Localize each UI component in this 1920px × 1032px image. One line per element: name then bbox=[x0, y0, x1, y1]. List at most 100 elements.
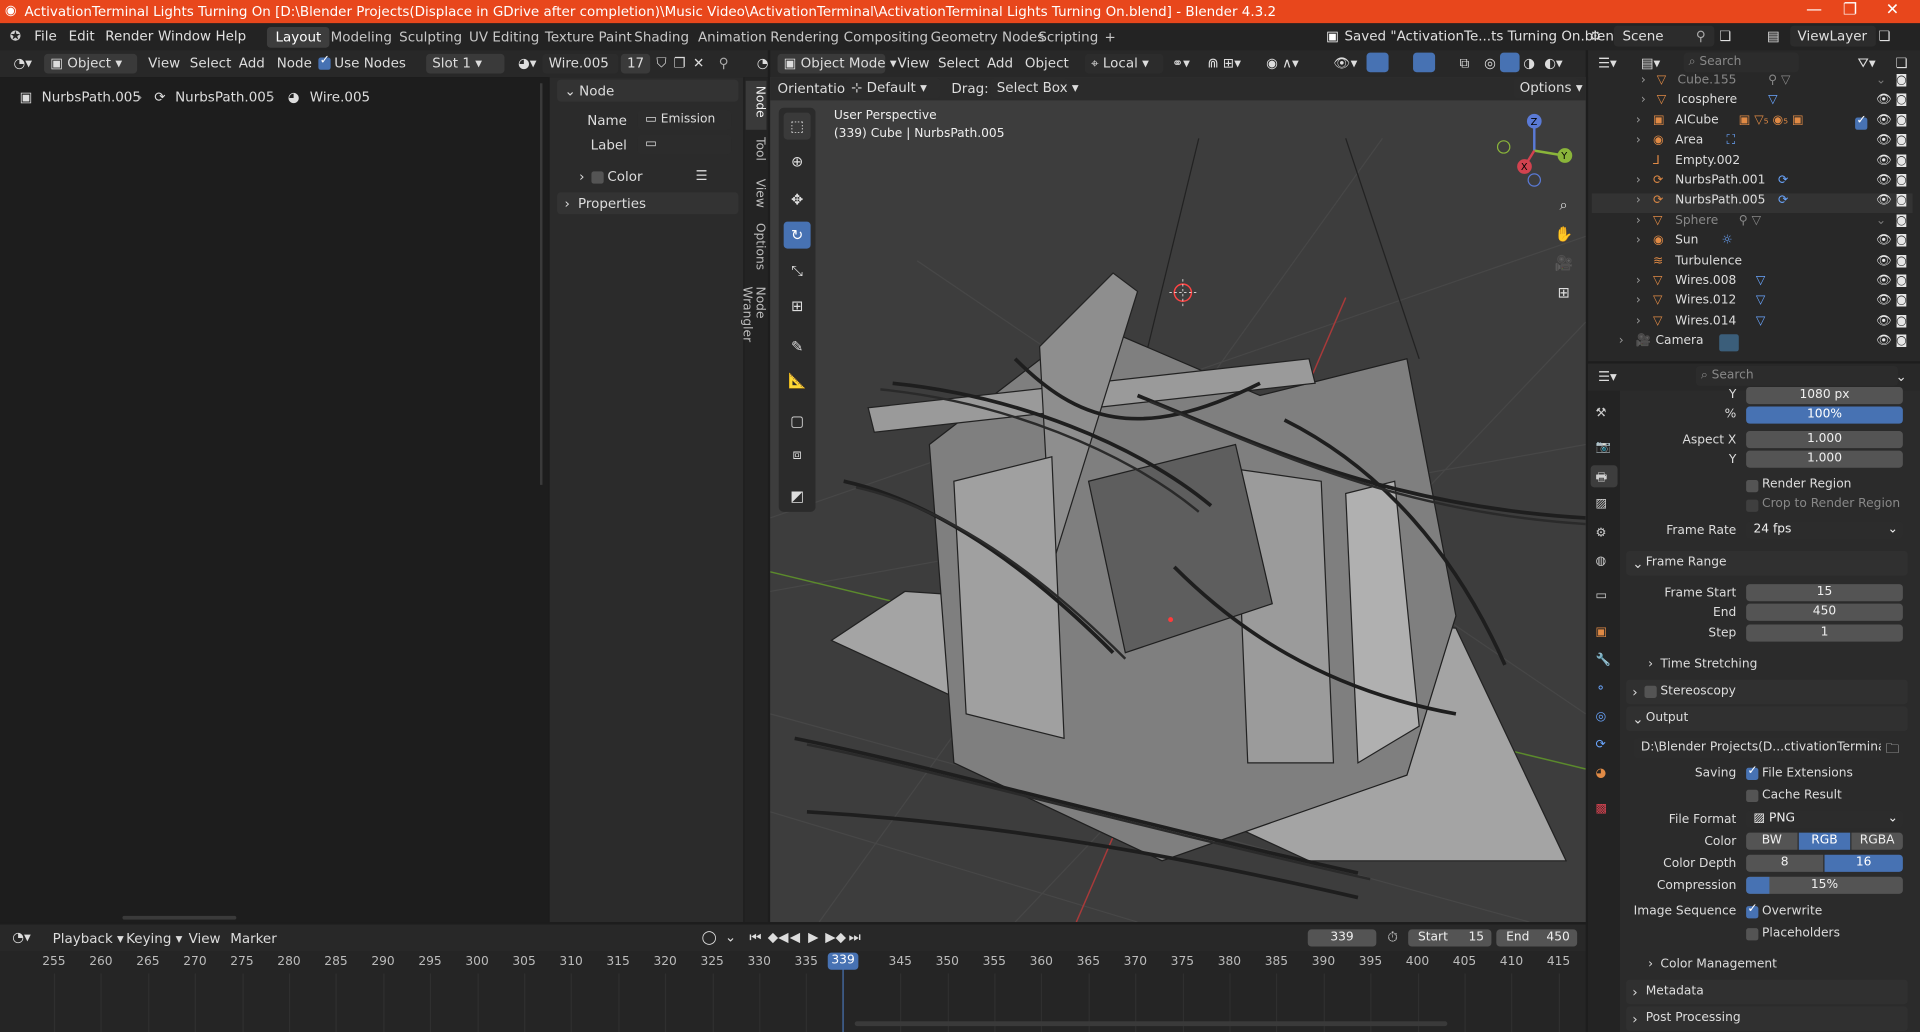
depth-16-button[interactable]: 16 bbox=[1824, 854, 1903, 872]
color-rgba-button[interactable]: RGBA bbox=[1851, 832, 1903, 850]
outliner-row[interactable]: › ▽ Wires.014 ▽ 👁 ◙ bbox=[1592, 315, 1913, 335]
outliner-row[interactable]: › ▽ Sphere ⚲ ▽ ⌄ ◙ bbox=[1592, 214, 1913, 234]
annotate-tool-icon[interactable]: ✎ bbox=[784, 333, 811, 360]
jump-start-icon[interactable]: ⏮ bbox=[749, 929, 761, 946]
timeline-menu-playback[interactable]: Playback ▾ bbox=[53, 931, 124, 947]
shading-solid-button[interactable] bbox=[1500, 52, 1520, 73]
xray-icon[interactable]: ⧉ bbox=[1460, 55, 1470, 72]
properties-search-input[interactable]: ⌕ Search bbox=[1695, 366, 1898, 386]
object-tab-icon[interactable]: ▣ bbox=[1596, 626, 1608, 639]
material-name-field[interactable]: Wire.005 bbox=[542, 53, 619, 74]
material-users-count[interactable]: 17 bbox=[620, 53, 651, 74]
transform-tool-icon[interactable]: ⊞ bbox=[784, 293, 811, 320]
outliner-search-input[interactable]: ⌕ Search bbox=[1683, 52, 1799, 73]
shading-render-icon[interactable]: ◐▾ bbox=[1544, 55, 1563, 71]
node-menu-view[interactable]: View bbox=[148, 55, 180, 71]
keying-set-icon[interactable]: ⌄ bbox=[725, 929, 736, 945]
menu-window[interactable]: Window bbox=[158, 28, 211, 44]
new-viewlayer-icon[interactable]: ❏ bbox=[1878, 28, 1890, 44]
material-browse-icon[interactable]: ◕▾ bbox=[512, 54, 543, 74]
play-reverse-icon[interactable]: ◀ bbox=[790, 929, 800, 945]
editor-type-icon[interactable]: ☰▾ bbox=[1598, 55, 1617, 71]
tab-layout[interactable]: Layout bbox=[266, 26, 330, 48]
fake-user-icon[interactable]: ⛉ bbox=[656, 55, 666, 72]
timeline-menu-keying[interactable]: Keying ▾ bbox=[126, 931, 182, 947]
preview-range-icon[interactable]: ⏱ bbox=[1387, 929, 1398, 946]
physics-tab-icon[interactable]: ◎ bbox=[1596, 710, 1607, 723]
outliner-row[interactable]: › ▽ Wires.012 ▽ 👁 ◙ bbox=[1592, 294, 1913, 314]
node-label-field[interactable]: ▭ bbox=[637, 134, 732, 155]
scene-tab-icon[interactable]: ⚙ bbox=[1596, 527, 1607, 540]
tab-sculpting[interactable]: Sculpting bbox=[391, 27, 471, 48]
duplicate-icon[interactable]: ❐ bbox=[673, 55, 685, 71]
scrollbar[interactable] bbox=[540, 83, 543, 485]
material-tab-icon[interactable]: ◕ bbox=[1596, 767, 1607, 780]
editor-type-icon[interactable]: ◔▾ bbox=[7, 54, 38, 74]
slot-select[interactable]: Slot 1 ▾ bbox=[426, 53, 505, 74]
chevron-right-icon[interactable]: › bbox=[1648, 958, 1653, 971]
node-menu-node[interactable]: Node bbox=[277, 55, 312, 71]
tool-tab-icon[interactable]: ⚒ bbox=[1596, 407, 1607, 420]
drag-select[interactable]: Select Box ▾ bbox=[990, 78, 1079, 98]
timeline-menu-marker[interactable]: Marker bbox=[230, 931, 277, 947]
minimize-icon[interactable]: — bbox=[1806, 1, 1822, 19]
close-icon[interactable]: ✕ bbox=[1886, 1, 1899, 19]
data-tab-icon[interactable]: ⟳ bbox=[1596, 738, 1606, 751]
file-extensions-checkbox[interactable] bbox=[1746, 764, 1759, 781]
frame-step-field[interactable]: 1 bbox=[1746, 624, 1903, 642]
gizmo-toggle[interactable] bbox=[1366, 52, 1389, 73]
filter-icon[interactable]: ⛛▾ bbox=[1858, 55, 1876, 72]
prev-keyframe-icon[interactable]: ◆◀ bbox=[768, 929, 789, 945]
timeline-scrollbar[interactable] bbox=[854, 1021, 1448, 1027]
tab-uv-editing[interactable]: UV Editing bbox=[460, 27, 547, 48]
rotate-tool-icon[interactable]: ↻ bbox=[783, 221, 811, 249]
node-menu-select[interactable]: Select bbox=[190, 55, 232, 71]
jump-end-icon[interactable]: ⏭ bbox=[849, 929, 861, 946]
perspective-grid-icon[interactable]: ⊞ bbox=[1551, 284, 1575, 308]
outliner-row[interactable]: › ▽ Cube.155 ⚲ ▽ ⌄ ◙ bbox=[1592, 73, 1913, 93]
sidebar-tab-tool[interactable]: Tool bbox=[746, 132, 766, 171]
aspect-y-field[interactable]: 1.000 bbox=[1746, 450, 1903, 468]
outliner-row[interactable]: ›▣AICube▣ ▽₅ ◉₅ ▣👁◙ bbox=[1592, 114, 1913, 134]
camera-view-icon[interactable]: 🎥 bbox=[1551, 255, 1575, 279]
overlay-toggle[interactable] bbox=[1413, 52, 1436, 73]
modifier-tab-icon[interactable]: 🔧 bbox=[1596, 654, 1611, 667]
options-button[interactable]: Options ▾ bbox=[1513, 78, 1583, 98]
color-management-title[interactable]: Color Management bbox=[1660, 958, 1777, 971]
tab-shading[interactable]: Shading bbox=[626, 27, 698, 48]
add-cube-tool-icon[interactable]: ▢ bbox=[784, 408, 811, 435]
outliner-row[interactable]: › ◉ Sun ☼ 👁 ◙ bbox=[1592, 234, 1913, 254]
node-menu-add[interactable]: Add bbox=[239, 55, 265, 71]
playhead-frame-label[interactable]: 339 bbox=[827, 952, 859, 970]
menu-render[interactable]: Render bbox=[105, 28, 153, 44]
frame-rate-select[interactable]: 24 fps ⌄ bbox=[1746, 521, 1903, 539]
pin-icon[interactable]: ⚲ bbox=[1696, 28, 1706, 44]
object-mode-select[interactable]: ▣ Object Mode ▾ bbox=[777, 53, 897, 74]
resolution-percent-field[interactable]: 100% bbox=[1746, 406, 1903, 424]
display-mode-icon[interactable]: ▤▾ bbox=[1641, 55, 1660, 71]
file-format-select[interactable]: ▨ PNG ⌄ bbox=[1746, 810, 1903, 828]
color-checkbox[interactable] bbox=[591, 171, 604, 184]
frame-end-field[interactable]: 450 bbox=[1746, 603, 1903, 621]
frame-start-field[interactable]: 15 bbox=[1746, 584, 1903, 602]
crop-region-checkbox[interactable] bbox=[1746, 499, 1759, 512]
viewport-menu-view[interactable]: View bbox=[898, 55, 930, 71]
sidebar-tab-options[interactable]: Options bbox=[746, 218, 766, 277]
outliner-row[interactable]: › ◉ Area ⛶ 👁 ◙ bbox=[1592, 133, 1913, 153]
shading-wire-icon[interactable]: ◎ bbox=[1484, 55, 1496, 71]
menu-help[interactable]: Help bbox=[216, 28, 247, 44]
outliner-row[interactable]: › ▽ Wires.008 ▽ 👁 ◙ bbox=[1592, 274, 1913, 294]
scene-icon[interactable]: ⚙ bbox=[1589, 28, 1601, 44]
orientation-select[interactable]: ⊹ Default ▾ bbox=[844, 78, 941, 98]
chevron-down-icon[interactable]: ⌄ bbox=[1896, 369, 1907, 385]
color-rgb-button[interactable]: RGB bbox=[1798, 832, 1851, 850]
menu-edit[interactable]: Edit bbox=[69, 28, 95, 44]
compression-slider[interactable]: 15% bbox=[1746, 876, 1903, 894]
placeholders-checkbox[interactable] bbox=[1746, 928, 1759, 941]
maximize-icon[interactable]: ❐ bbox=[1843, 1, 1857, 19]
zoom-icon[interactable]: ⌕ bbox=[1551, 196, 1575, 220]
outliner-row[interactable]: › ⟳ NurbsPath.005 ⟳ 👁 ◙ bbox=[1591, 193, 1913, 214]
resolution-y-field[interactable]: 1080 px bbox=[1746, 386, 1903, 405]
use-nodes-checkbox[interactable] bbox=[318, 54, 331, 70]
view-layer-tab-icon[interactable]: ▨ bbox=[1596, 497, 1608, 510]
